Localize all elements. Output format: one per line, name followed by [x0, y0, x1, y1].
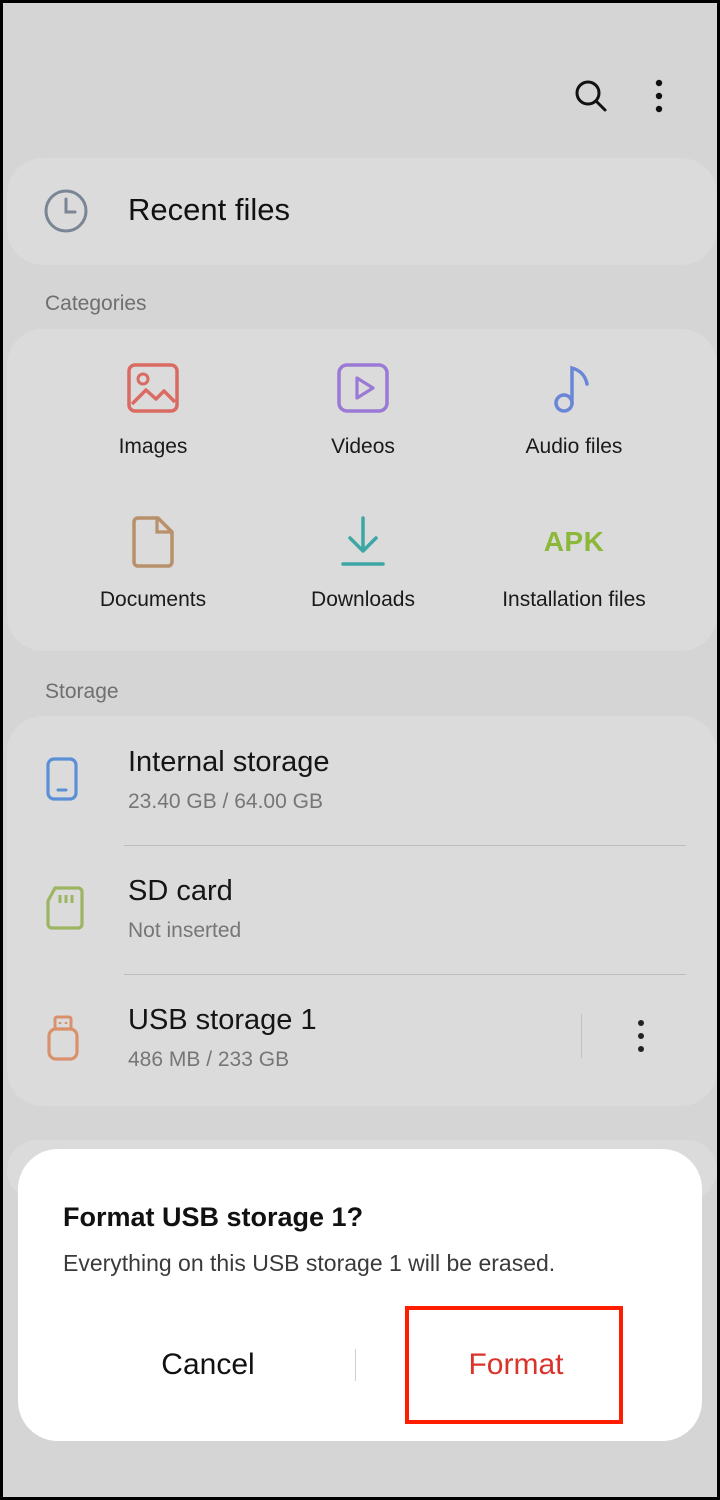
category-label: Audio files	[525, 435, 623, 458]
categories-heading: Categories	[45, 292, 147, 315]
category-label: Videos	[331, 435, 395, 458]
download-icon	[258, 512, 468, 572]
category-label: Documents	[99, 588, 207, 611]
storage-name: USB storage 1	[128, 1004, 317, 1036]
category-videos[interactable]: Videos	[258, 359, 468, 459]
category-audio-files[interactable]: Audio files	[469, 359, 679, 459]
app-toolbar	[3, 3, 717, 153]
storage-detail: 486 MB / 233 GB	[128, 1048, 290, 1071]
separator	[581, 1014, 582, 1058]
dialog-message: Everything on this USB storage 1 will be…	[63, 1250, 556, 1276]
category-images[interactable]: Images	[48, 359, 258, 459]
format-highlight-box	[405, 1306, 623, 1424]
recent-files-item[interactable]: Recent files	[7, 158, 717, 265]
category-label: Downloads	[311, 588, 415, 611]
category-label: Images	[118, 435, 188, 458]
apk-badge: APK	[543, 526, 605, 557]
dialog-title: Format USB storage 1?	[63, 1202, 364, 1232]
image-icon	[48, 359, 258, 419]
storage-name: SD card	[128, 875, 233, 907]
categories-grid: Images Videos Audio files Documents Down…	[7, 329, 717, 651]
category-documents[interactable]: Documents	[48, 512, 258, 612]
phone-icon	[45, 756, 79, 807]
search-icon[interactable]	[563, 68, 619, 124]
button-separator	[355, 1349, 356, 1381]
recent-files-label: Recent files	[128, 192, 290, 227]
usb-more-options-icon[interactable]	[619, 1010, 663, 1062]
video-play-icon	[258, 359, 468, 419]
storage-name: Internal storage	[128, 746, 330, 778]
apk-icon: APK	[469, 512, 679, 572]
sd-card-icon	[45, 885, 85, 936]
clock-icon	[43, 188, 89, 239]
storage-heading: Storage	[45, 680, 119, 703]
music-note-icon	[469, 359, 679, 419]
file-manager-screen: Recent files Categories Images Videos Au…	[0, 0, 720, 1500]
category-label: Installation files	[502, 588, 646, 611]
storage-list: Internal storage 23.40 GB / 64.00 GB SD …	[7, 716, 717, 1106]
storage-sd-card[interactable]: SD card Not inserted	[7, 845, 717, 973]
storage-usb-1[interactable]: USB storage 1 486 MB / 233 GB	[7, 974, 717, 1102]
document-icon	[48, 512, 258, 572]
storage-detail: Not inserted	[128, 919, 242, 942]
more-options-icon[interactable]	[631, 68, 687, 124]
format-dialog: Format USB storage 1? Everything on this…	[18, 1149, 702, 1441]
category-downloads[interactable]: Downloads	[258, 512, 468, 612]
category-installation-files[interactable]: APK Installation files	[469, 512, 679, 612]
storage-detail: 23.40 GB / 64.00 GB	[128, 790, 323, 813]
cancel-button[interactable]: Cancel	[58, 1329, 358, 1401]
usb-drive-icon	[45, 1014, 81, 1067]
storage-internal[interactable]: Internal storage 23.40 GB / 64.00 GB	[7, 716, 717, 844]
